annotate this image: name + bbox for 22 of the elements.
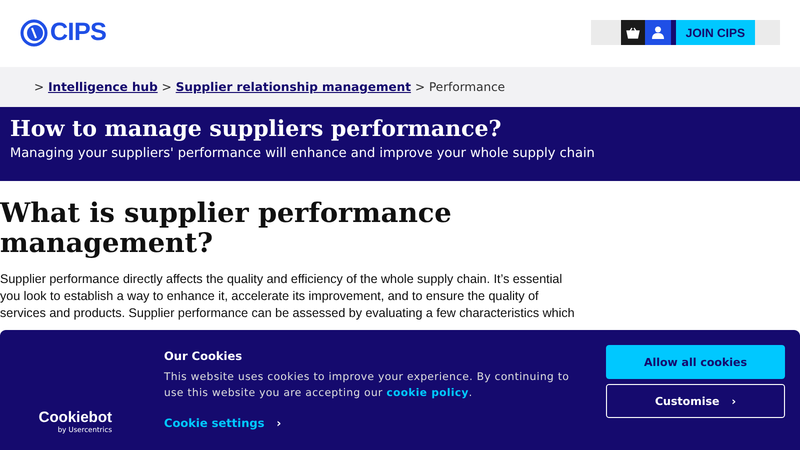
cookie-settings-link[interactable]: Cookie settings › xyxy=(164,416,282,430)
logo-icon xyxy=(20,18,48,46)
user-icon[interactable] xyxy=(644,20,676,45)
breadcrumb-separator: > xyxy=(162,80,172,94)
section-heading: What is supplier performance management? xyxy=(0,199,453,259)
cookie-text: This website uses cookies to improve your experience. By continuing to use this website you are accepting our cookie policy. xyxy=(164,370,570,401)
breadcrumb-separator: > xyxy=(414,80,425,94)
allow-all-button[interactable]: Allow all cookies xyxy=(606,345,785,379)
join-button[interactable]: JOIN CIPS xyxy=(676,20,755,45)
cookie-title: Our Cookies xyxy=(164,349,244,363)
cookiebot-logo: Cookiebot xyxy=(38,410,112,426)
page-subtitle: Managing your suppliers' performance will enhance and improve your whole supply chain xyxy=(10,146,596,161)
breadcrumb-separator: > xyxy=(34,80,44,94)
breadcrumb-link[interactable]: Intelligence hub xyxy=(48,80,158,94)
article-paragraph: Supplier performance directly affects the quality and efficiency of the whole supply chain. It’s essential you look to establish a way to enhance it, accelerate its improvement, and to ensure the quality of services and products. Supplier performance can be assessed by evaluating a few characteristics which xyxy=(0,271,576,322)
page-title: How to manage suppliers performance? xyxy=(10,116,502,142)
customise-button[interactable]: Customise › xyxy=(606,384,785,418)
basket-icon[interactable] xyxy=(620,20,645,45)
logo-text[interactable]: CIPS xyxy=(50,18,106,47)
cookie-policy-link[interactable]: cookie policy xyxy=(386,387,469,399)
breadcrumb-current: Performance xyxy=(429,80,506,94)
breadcrumb-link[interactable]: Supplier relationship management xyxy=(176,80,411,94)
